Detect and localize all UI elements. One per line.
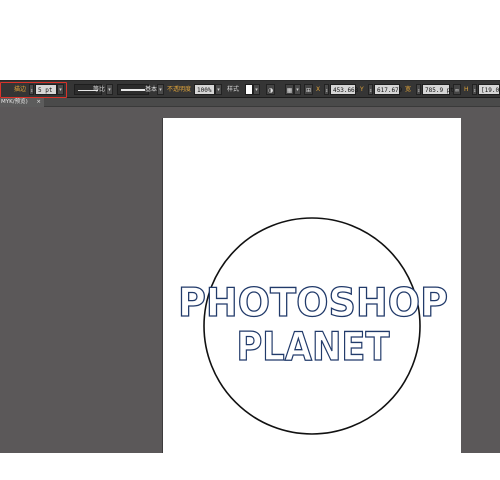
- art-text-line-1[interactable]: PHOTOSHOP: [177, 280, 448, 326]
- art-text-line-2[interactable]: PLANET: [236, 324, 391, 370]
- artwork-layer: PHOTOSHOP PLANET: [177, 217, 449, 435]
